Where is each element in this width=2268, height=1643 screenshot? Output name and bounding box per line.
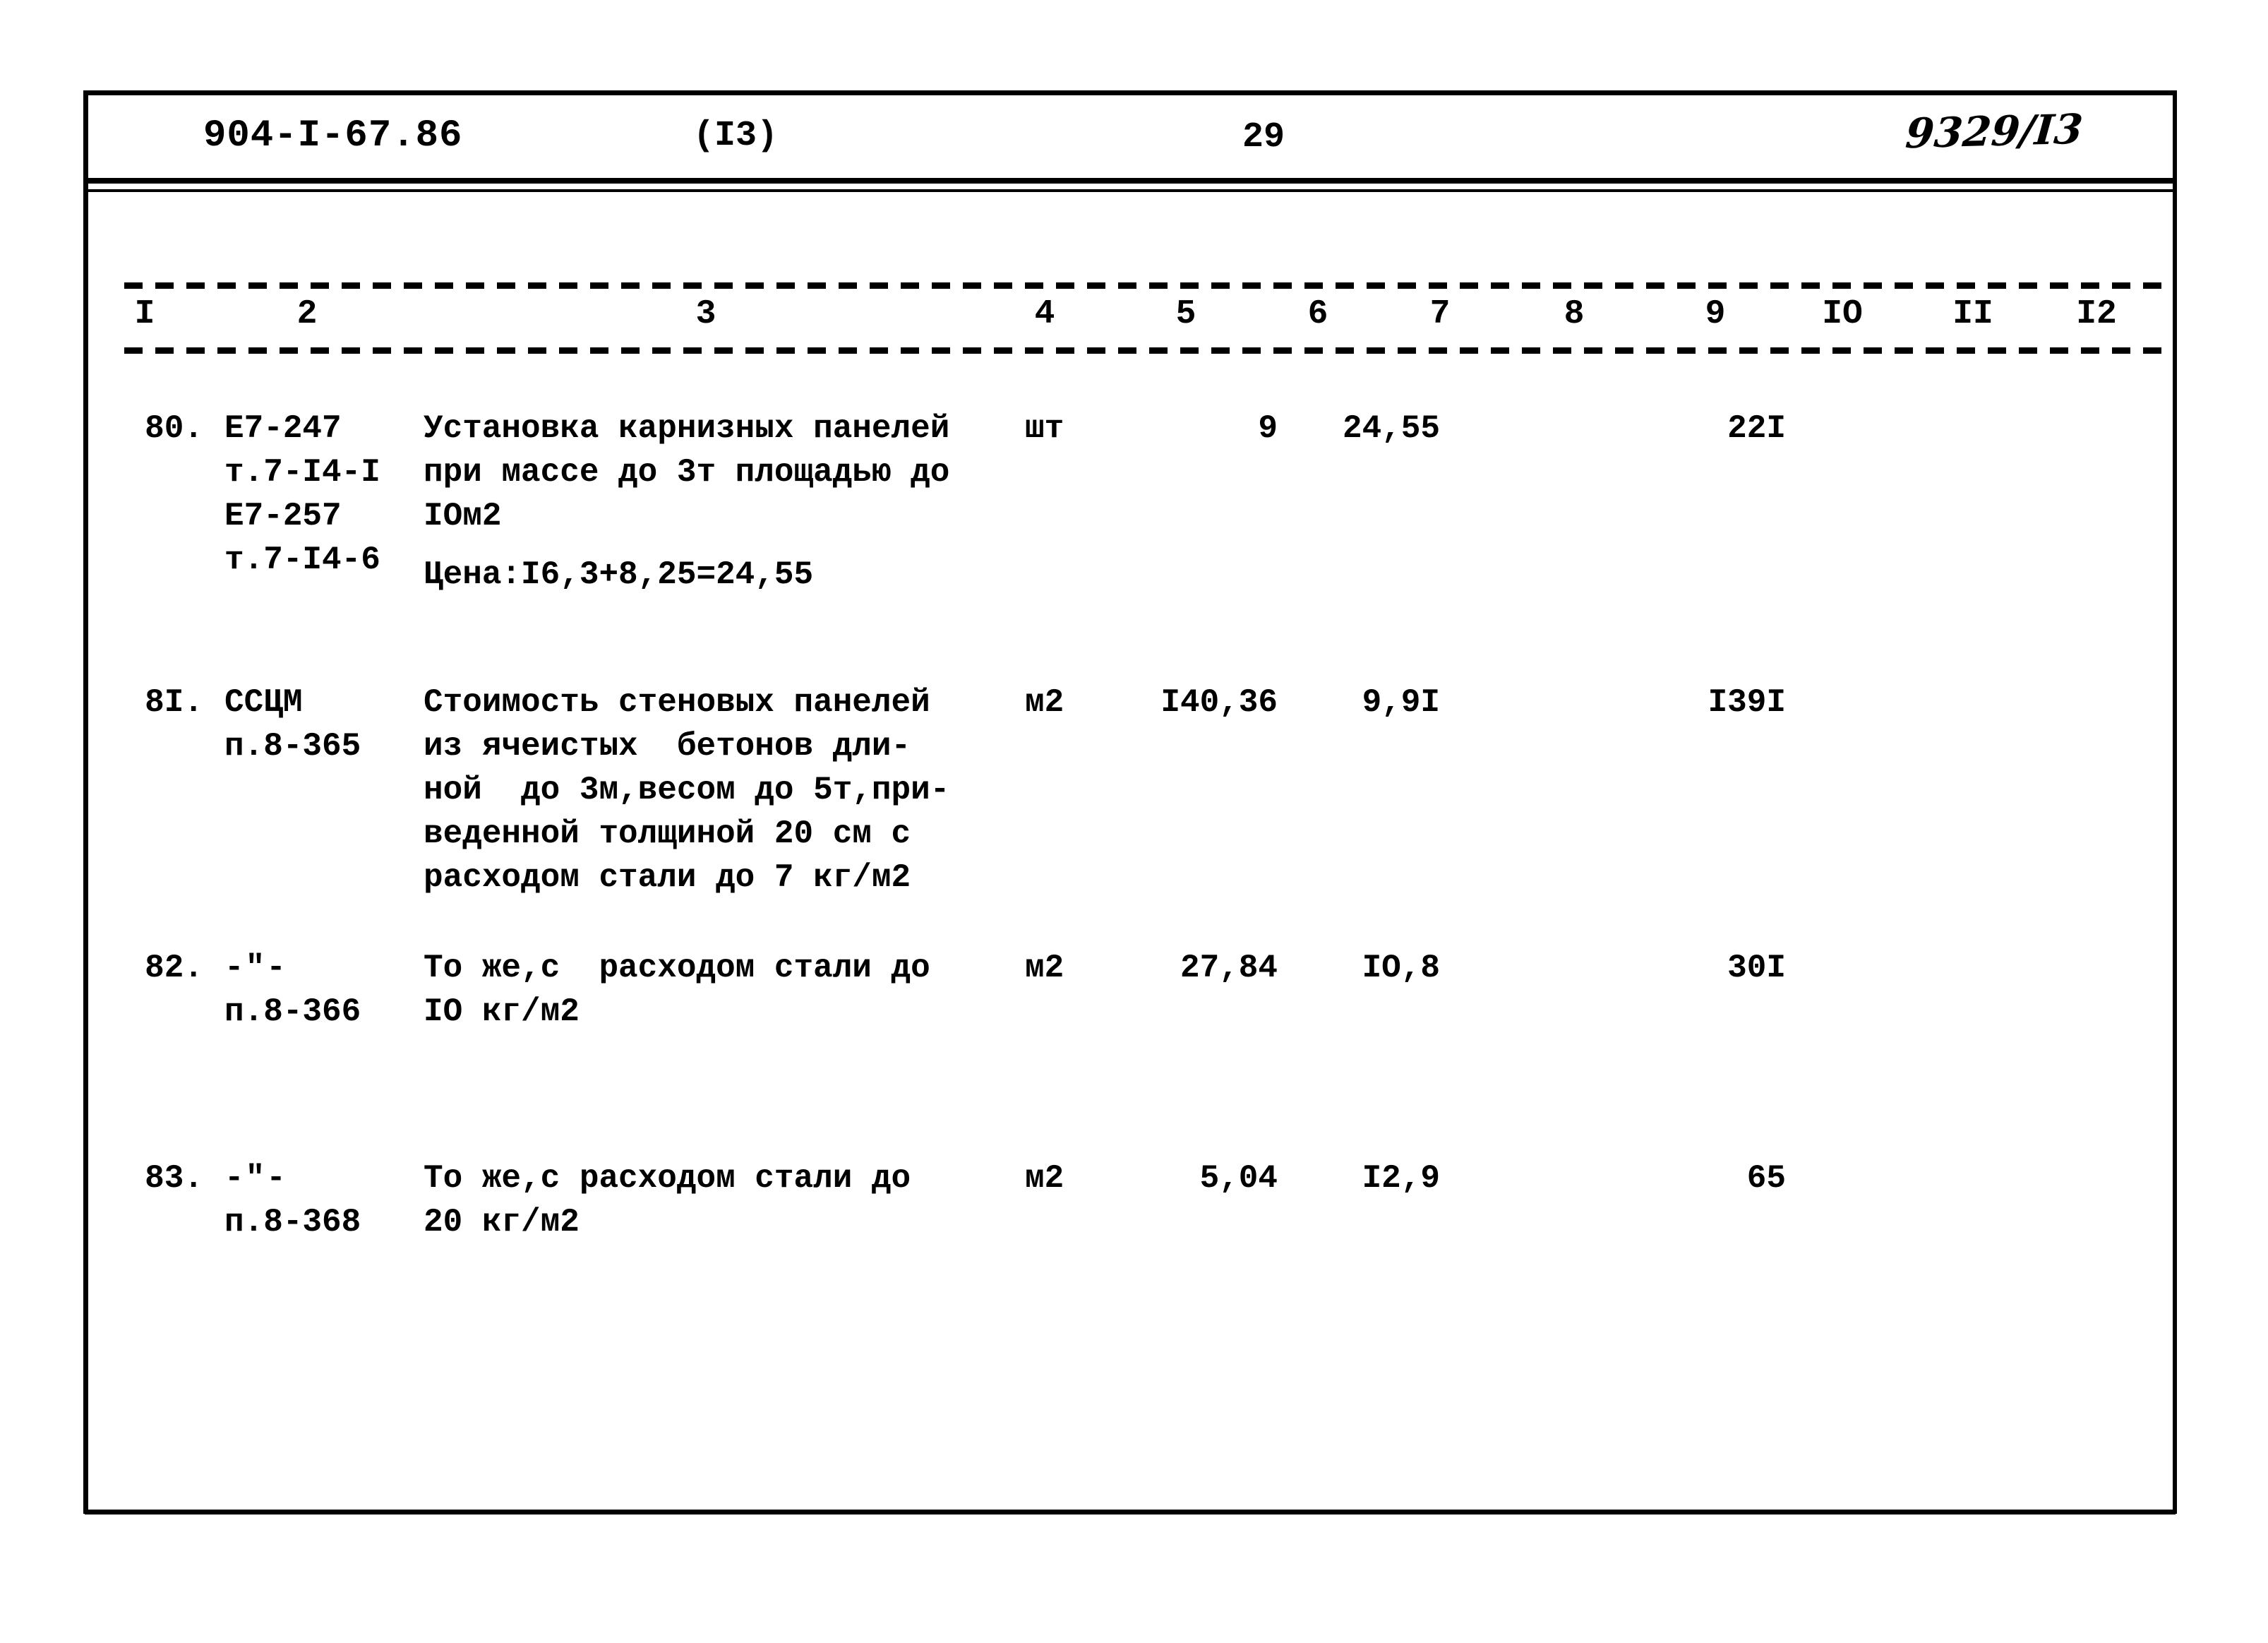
desc-line: Стоимость стеновых панелей [424, 684, 930, 721]
desc-line: расходом стали до 7 кг/м2 [424, 859, 911, 896]
column-number-2: 2 [296, 295, 318, 333]
row-index: 80. [145, 410, 203, 447]
row-price-note: Цена:I6,3+8,25=24,55 [424, 556, 814, 593]
desc-line: IО кг/м2 [424, 993, 580, 1030]
row-unit: м2 [1025, 950, 1064, 986]
desc-line: IОм2 [424, 498, 502, 534]
code-line-ditto: -"- [224, 1160, 287, 1197]
code-line: п.8-365 [224, 728, 361, 765]
code-line: п.8-366 [224, 993, 361, 1030]
header-rule [85, 178, 2176, 184]
code-line: Е7-257 [224, 498, 342, 534]
row-total: 30I [1727, 950, 1786, 986]
row-unit-price: 24,55 [1342, 410, 1440, 447]
code-line: п.8-368 [224, 1204, 361, 1241]
column-header-dashed-rule-top [124, 282, 2164, 289]
header-rule-second [85, 189, 2176, 192]
column-number-row: I 2 3 4 5 6 7 8 9 IO II I2 [0, 295, 2268, 342]
column-number-3: 3 [695, 295, 716, 333]
code-line: т.7-I4-6 [224, 542, 380, 578]
column-number-10: IO [1822, 295, 1863, 333]
row-code: ССЦМ п.8-365 [224, 681, 415, 768]
section-number: (I3) [693, 116, 779, 156]
row-description: То же,с расходом стали до IО кг/м2 [424, 946, 995, 1034]
column-number-7: 7 [1429, 295, 1451, 333]
row-code: -"- п.8-368 [224, 1157, 415, 1244]
desc-line: То же,с расходом стали до [424, 1160, 911, 1197]
column-number-12: I2 [2076, 295, 2117, 333]
code-line: ССЦМ [224, 684, 303, 721]
row-index: 82. [145, 950, 203, 986]
page-number: 29 [1242, 117, 1285, 157]
row-description: Стоимость стеновых панелей из ячеистых бе… [424, 681, 995, 900]
column-number-11: II [1952, 295, 1993, 333]
desc-line: при массе до 3т площадью до [424, 454, 950, 491]
row-quantity: I40,36 [1160, 684, 1278, 721]
column-header-dashed-rule-bottom [124, 347, 2164, 354]
row-unit-price: 9,9I [1362, 684, 1440, 721]
page-rule-bottom [85, 1510, 2176, 1514]
row-unit-price: IО,8 [1362, 950, 1440, 986]
column-number-1: I [134, 295, 155, 333]
row-unit: шт [1025, 410, 1064, 447]
column-number-6: 6 [1307, 295, 1328, 333]
row-unit: м2 [1025, 1160, 1064, 1197]
code-line: Е7-247 [224, 410, 342, 447]
row-description: Установка карнизных панелей при массе до … [424, 407, 995, 538]
row-unit-price: I2,9 [1362, 1160, 1440, 1197]
row-total: 65 [1746, 1160, 1786, 1197]
desc-line: Установка карнизных панелей [424, 410, 950, 447]
column-number-5: 5 [1175, 295, 1196, 333]
row-index: 8I. [145, 684, 203, 721]
code-line-ditto: -"- [224, 950, 287, 986]
row-description: То же,с расходом стали до 20 кг/м2 [424, 1157, 995, 1244]
desc-line: ной до 3м,весом до 5т,при- [424, 772, 950, 808]
handwritten-stamp: 9329/I3 [1904, 104, 2085, 158]
desc-line: 20 кг/м2 [424, 1204, 580, 1241]
desc-line: из ячеистых бетонов дли- [424, 728, 911, 765]
row-quantity: 27,84 [1180, 950, 1278, 986]
page-rule-top [85, 90, 2176, 95]
code-line: т.7-I4-I [224, 454, 380, 491]
scanned-document-page: 904-I-67.86 (I3) 29 9329/I3 I 2 3 4 5 6 … [0, 0, 2268, 1643]
page-header: 904-I-67.86 (I3) 29 9329/I3 [85, 104, 2176, 175]
row-code: Е7-247 т.7-I4-I Е7-257 т.7-I4-6 [224, 407, 415, 582]
row-total: 22I [1727, 410, 1786, 447]
column-number-9: 9 [1705, 295, 1726, 333]
row-total: I39I [1708, 684, 1786, 721]
row-unit: м2 [1025, 684, 1064, 721]
column-number-4: 4 [1034, 295, 1055, 333]
desc-line: То же,с расходом стали до [424, 950, 930, 986]
column-number-8: 8 [1564, 295, 1585, 333]
row-code: -"- п.8-366 [224, 946, 415, 1034]
row-quantity: 5,04 [1199, 1160, 1278, 1197]
document-number: 904-I-67.86 [203, 114, 463, 157]
row-index: 83. [145, 1160, 203, 1197]
desc-line: веденной толщиной 20 см с [424, 815, 911, 852]
row-quantity: 9 [1258, 410, 1278, 447]
